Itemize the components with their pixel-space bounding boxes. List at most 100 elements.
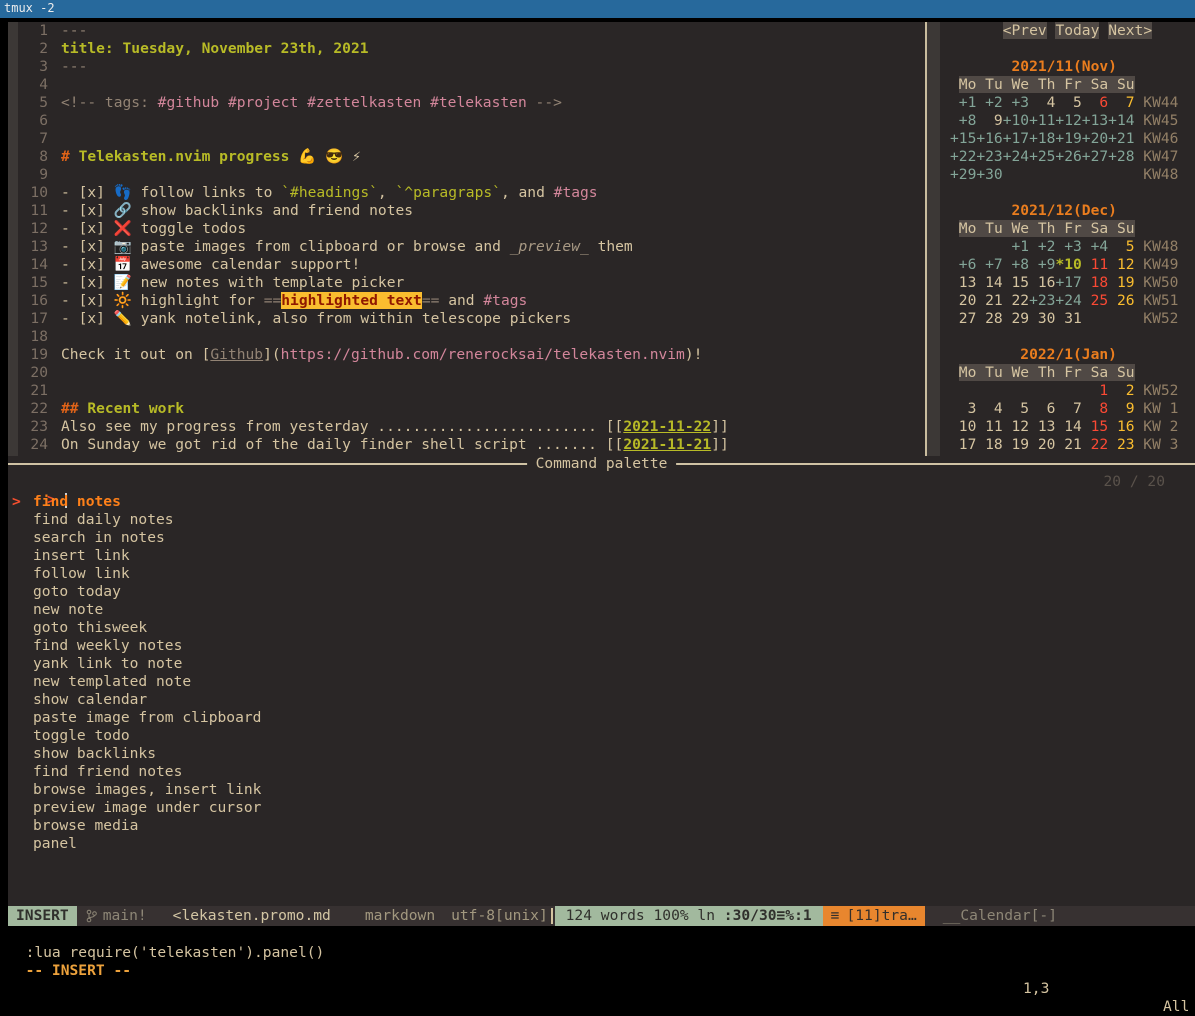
editor-line[interactable]: 22## Recent work [18,400,925,418]
calendar-month-title: 2021/11(Nov) [950,58,1117,76]
git-branch-label: main! [103,907,147,925]
palette-item[interactable]: goto today [12,583,1195,601]
calendar-week-row[interactable]: 27 28 29 30 31 KW52 [950,310,1178,328]
calendar-next-button[interactable]: Next> [1108,22,1152,39]
palette-item[interactable]: >find notes [12,493,1195,511]
calendar-week-row[interactable]: +15+16+17+18+19+20+21 KW46 [950,130,1178,148]
palette-item[interactable]: browse images, insert link [12,781,1195,799]
calendar-week-row[interactable]: +8 9+10+11+12+13+14 KW45 [950,112,1178,130]
calendar-weekday-header: Mo Tu We Th Fr Sa Su [950,76,1135,94]
palette-item-label: find daily notes [33,511,174,528]
palette-item-label: new templated note [33,673,191,690]
palette-item[interactable]: new templated note [12,673,1195,691]
calendar-today-button[interactable]: Today [1055,22,1099,39]
editor-line[interactable]: 11- [x] 🔗 show backlinks and friend note… [18,202,925,220]
palette-item[interactable]: panel [12,835,1195,853]
calendar-week-row[interactable]: 20 21 22+23+24 25 26 KW51 [950,292,1178,310]
line-number: 8 [18,148,48,166]
palette-item[interactable]: find weekly notes [12,637,1195,655]
calendar-week-row[interactable]: 17 18 19 20 21 22 23 KW 3 [950,436,1178,454]
text-segment: - [x] [61,310,114,327]
palette-item[interactable]: yank link to note [12,655,1195,673]
editor-window[interactable]: 1---2title: Tuesday, November 23th, 2021… [8,22,925,456]
text-segment [421,94,430,111]
palette-prompt[interactable]: > 20 / 20 [12,473,1195,491]
text-segment: +1 +2 +3 [950,94,1029,111]
text-segment: +6 +7 +8 +9 [950,256,1055,273]
text-segment: 2 [1108,382,1134,399]
calendar-week-row[interactable]: 3 4 5 6 7 8 9 KW 1 [950,400,1178,418]
line-number: 4 [18,76,48,94]
calendar-week-row[interactable]: +1 +2 +3 4 5 6 7 KW44 [950,94,1178,112]
editor-line[interactable]: 17- [x] ✏️ yank notelink, also from with… [18,310,925,328]
editor-line[interactable]: 15- [x] 📝 new notes with template picker [18,274,925,292]
editor-line[interactable]: 3--- [18,58,925,76]
editor-line[interactable]: 20 [18,364,925,382]
calendar-week-row[interactable]: +29+30 KW48 [950,166,1178,184]
palette-item[interactable]: goto thisweek [12,619,1195,637]
palette-item[interactable]: insert link [12,547,1195,565]
palette-item[interactable]: search in notes [12,529,1195,547]
calendar-week-row[interactable]: 13 14 15 16+17 18 19 KW50 [950,274,1178,292]
calendar-week-row[interactable]: +6 +7 +8 +9*10 11 12 KW49 [950,256,1178,274]
editor-line[interactable]: 9 [18,166,925,184]
calendar-weekday-header: Mo Tu We Th Fr Sa Su [950,220,1135,238]
palette-item[interactable]: browse media [12,817,1195,835]
editor-line[interactable]: 5<!-- tags: #github #project #zettelkast… [18,94,925,112]
calendar-week-row[interactable]: +1 +2 +3 +4 5 KW48 [950,238,1178,256]
editor-line[interactable]: 13- [x] 📷 paste images from clipboard or… [18,238,925,256]
calendar-week-row[interactable]: 10 11 12 13 14 15 16 KW 2 [950,418,1178,436]
palette-item[interactable]: new note [12,601,1195,619]
text-segment: highlighted text [281,292,422,309]
calendar-week-row[interactable]: 1 2 KW52 [950,382,1178,400]
editor-line[interactable]: 2title: Tuesday, November 23th, 2021 [18,40,925,58]
statusline-separator [551,908,553,924]
calendar-prev-button[interactable]: <Prev [1003,22,1047,39]
palette-item[interactable]: toggle todo [12,727,1195,745]
editor-line[interactable]: 1--- [18,22,925,40]
editor-line[interactable]: 19Check it out on [Github](https://githu… [18,346,925,364]
editor-line[interactable]: 4 [18,76,925,94]
palette-item[interactable]: follow link [12,565,1195,583]
text-segment: KW45 [1135,112,1179,129]
editor-line[interactable]: 16- [x] 🔆 highlight for ==highlighted te… [18,292,925,310]
editor-line[interactable]: 18 [18,328,925,346]
text-segment [1003,166,1135,183]
git-branch-icon [86,909,97,923]
tab-indicator[interactable]: ≡[11]tra… [823,906,925,926]
text-segment: KW47 [1135,148,1179,165]
text-segment: --> [527,94,562,111]
editor-line[interactable]: 10- [x] 👣 follow links to `#headings`, `… [18,184,925,202]
palette-item[interactable]: show calendar [12,691,1195,709]
calendar-buffer-label: __Calendar[-] [943,907,1057,925]
text-segment: 9 [1108,400,1134,417]
editor-line[interactable]: 21 [18,382,925,400]
command-line[interactable]: :lua require('telekasten').panel() [8,926,324,944]
palette-item[interactable]: show backlinks [12,745,1195,763]
editor-line[interactable]: 6 [18,112,925,130]
text-segment: 25 [1082,292,1108,309]
text-segment: - [x] [61,292,114,309]
palette-item-label: follow link [33,565,130,582]
editor-line[interactable]: 24On Sunday we got rid of the daily find… [18,436,925,454]
editor-line[interactable]: 23Also see my progress from yesterday ..… [18,418,925,436]
text-segment: ## [61,400,87,417]
line-number: 11 [18,202,48,220]
palette-item[interactable]: paste image from clipboard [12,709,1195,727]
text-segment: 22 [1082,436,1108,453]
line-number: 17 [18,310,48,328]
palette-item-label: toggle todo [33,727,130,744]
calendar-week-row[interactable]: +22+23+24+25+26+27+28 KW47 [950,148,1178,166]
editor-line[interactable]: 14- [x] 📅 awesome calendar support! [18,256,925,274]
text-segment: 26 [1108,292,1134,309]
text-segment: #github [158,94,220,111]
palette-item[interactable]: preview image under cursor [12,799,1195,817]
text-segment: Github [210,346,263,363]
line-number: 22 [18,400,48,418]
editor-line[interactable]: 8# Telekasten.nvim progress 💪 😎 ⚡ [18,148,925,166]
editor-line[interactable]: 7 [18,130,925,148]
editor-line[interactable]: 12- [x] ❌ toggle todos [18,220,925,238]
palette-item[interactable]: find friend notes [12,763,1195,781]
line-content: --- [61,58,87,76]
palette-item[interactable]: find daily notes [12,511,1195,529]
